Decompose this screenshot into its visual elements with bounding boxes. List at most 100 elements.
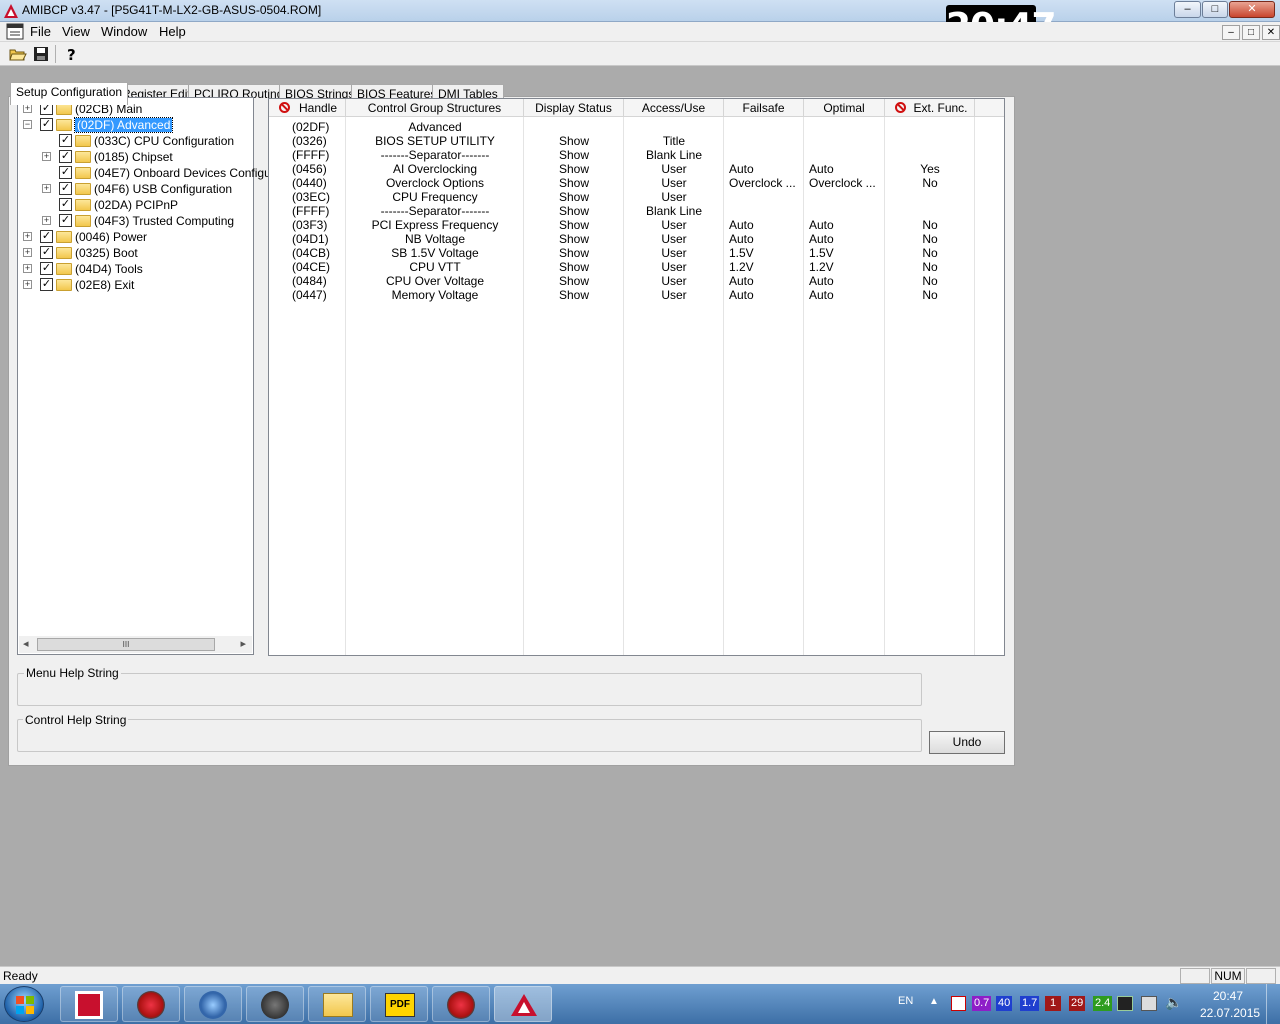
grid-cell[interactable]: 1.5V	[804, 246, 885, 260]
checkbox-checked-icon[interactable]: ✓	[59, 182, 72, 195]
grid-cell[interactable]	[804, 120, 885, 134]
grid-cell[interactable]: User	[624, 218, 724, 232]
tree-node[interactable]: ✓ (02DA) PCIPnP	[18, 197, 253, 213]
grid-column-header[interactable]: Optimal	[804, 99, 885, 117]
close-button[interactable]: ✕	[1229, 1, 1275, 18]
grid-row[interactable]: (0456) AI Overclocking Show User Auto Auto Yes	[269, 162, 1004, 176]
grid-cell[interactable]: Show	[524, 232, 624, 246]
grid-cell[interactable]: 1.5V	[724, 246, 804, 260]
grid-cell[interactable]: User	[624, 246, 724, 260]
tray-monitor-badge[interactable]: 2.4	[1093, 996, 1113, 1011]
grid-cell[interactable]	[524, 120, 624, 134]
taskbar-app-5[interactable]	[308, 986, 366, 1022]
grid-cell[interactable]: -------Separator-------	[346, 148, 524, 162]
grid-row[interactable]: (0447) Memory Voltage Show User Auto Auto No	[269, 288, 1004, 302]
grid-cell[interactable]: (04CB)	[269, 246, 346, 260]
open-button[interactable]	[8, 45, 28, 63]
grid-cell[interactable]: (0440)	[269, 176, 346, 190]
tree-node-label[interactable]: (0325) Boot	[75, 246, 138, 260]
taskbar-app-3[interactable]	[184, 986, 242, 1022]
mdi-restore-button[interactable]: □	[1242, 25, 1260, 40]
grid-cell[interactable]: Auto	[804, 162, 885, 176]
taskbar-app-6[interactable]: PDF	[370, 986, 428, 1022]
grid-cell[interactable]: No	[885, 232, 975, 246]
menu-window[interactable]: Window	[97, 24, 151, 39]
start-button[interactable]	[4, 986, 44, 1022]
grid-cell[interactable]: (0326)	[269, 134, 346, 148]
grid-cell[interactable]	[885, 120, 975, 134]
checkbox-checked-icon[interactable]: ✓	[59, 214, 72, 227]
grid-cell[interactable]: Show	[524, 246, 624, 260]
tray-clock-time[interactable]: 20:47	[1213, 989, 1243, 1003]
tray-monitor-badge[interactable]: 1	[1045, 996, 1061, 1011]
grid-cell[interactable]: User	[624, 190, 724, 204]
grid-cell[interactable]: Show	[524, 148, 624, 162]
cpu-monitor-icon[interactable]	[1117, 996, 1133, 1011]
grid-cell[interactable]: No	[885, 246, 975, 260]
grid-cell[interactable]: Yes	[885, 162, 975, 176]
grid-cell[interactable]: BIOS SETUP UTILITY	[346, 134, 524, 148]
tray-monitor-badge[interactable]: 1.7	[1020, 996, 1040, 1011]
grid-cell[interactable]: Blank Line	[624, 204, 724, 218]
grid-cell[interactable]: Overclock ...	[804, 176, 885, 190]
grid-cell[interactable]: (FFFF)	[269, 148, 346, 162]
tray-clock-date[interactable]: 22.07.2015	[1200, 1006, 1260, 1020]
tree-node[interactable]: + ✓ (04D4) Tools	[18, 261, 253, 277]
grid-cell[interactable]	[724, 148, 804, 162]
grid-cell[interactable]	[885, 190, 975, 204]
tree-node-label[interactable]: (0046) Power	[75, 230, 147, 244]
grid-cell[interactable]: Show	[524, 204, 624, 218]
grid-cell[interactable]: 1.2V	[804, 260, 885, 274]
expand-icon[interactable]: +	[42, 184, 51, 193]
tree-node-label[interactable]: (02DF) Advanced	[73, 117, 174, 133]
grid-cell[interactable]: CPU VTT	[346, 260, 524, 274]
grid-cell[interactable]: (04CE)	[269, 260, 346, 274]
expand-icon[interactable]: +	[42, 216, 51, 225]
scroll-right-arrow-icon[interactable]: ▸	[240, 637, 246, 650]
grid-row[interactable]: (03F3) PCI Express Frequency Show User Auto A…	[269, 218, 1004, 232]
grid-cell[interactable]	[885, 148, 975, 162]
tray-monitor-badge[interactable]: 29	[1069, 996, 1086, 1011]
tree-node-label[interactable]: (04F3) Trusted Computing	[94, 214, 234, 228]
grid-cell[interactable]: CPU Over Voltage	[346, 274, 524, 288]
grid-cell[interactable]	[724, 190, 804, 204]
grid-cell[interactable]: Auto	[724, 274, 804, 288]
grid-row[interactable]: (FFFF) -------Separator------- Show Blank L…	[269, 148, 1004, 162]
grid-cell[interactable]: User	[624, 162, 724, 176]
maximize-button[interactable]: □	[1202, 1, 1228, 18]
grid-cell[interactable]: CPU Frequency	[346, 190, 524, 204]
title-bar[interactable]: AMIBCP v3.47 - [P5G41T-M-LX2-GB-ASUS-050…	[0, 0, 1280, 22]
grid-cell[interactable]: No	[885, 176, 975, 190]
expand-icon[interactable]: +	[23, 248, 32, 257]
grid-cell[interactable]: PCI Express Frequency	[346, 218, 524, 232]
grid-cell[interactable]: NB Voltage	[346, 232, 524, 246]
taskbar-app-7[interactable]	[432, 986, 490, 1022]
expand-icon[interactable]: +	[42, 152, 51, 161]
tree-node[interactable]: + ✓ (0325) Boot	[18, 245, 253, 261]
taskbar-amibcp[interactable]	[494, 986, 552, 1022]
checkbox-checked-icon[interactable]: ✓	[59, 198, 72, 211]
control-grid[interactable]: Handle Control Group Structures Display St…	[268, 98, 1005, 656]
show-hidden-icons-icon[interactable]: ▲	[929, 996, 939, 1007]
tree-horizontal-scrollbar[interactable]: ◂ III ▸	[19, 636, 252, 653]
grid-cell[interactable]: User	[624, 288, 724, 302]
grid-cell[interactable]	[885, 204, 975, 218]
grid-row[interactable]: (04CB) SB 1.5V Voltage Show User 1.5V 1.5V No	[269, 246, 1004, 260]
setup-tree[interactable]: + ✓ (02CB) Main − ✓ (02DF) Advanced ✓ (033C) CP…	[17, 97, 275, 655]
grid-cell[interactable]: Advanced	[346, 120, 524, 134]
collapse-icon[interactable]: −	[23, 120, 32, 129]
tree-node[interactable]: + ✓ (02E8) Exit	[18, 277, 253, 293]
expand-icon[interactable]: +	[23, 104, 32, 113]
save-button[interactable]	[31, 45, 51, 63]
grid-row[interactable]: (04D1) NB Voltage Show User Auto Auto No	[269, 232, 1004, 246]
scroll-left-arrow-icon[interactable]: ◂	[23, 637, 29, 650]
grid-cell[interactable]: Auto	[724, 162, 804, 176]
expand-icon[interactable]: +	[23, 232, 32, 241]
checkbox-checked-icon[interactable]: ✓	[59, 166, 72, 179]
taskbar-app-4[interactable]	[246, 986, 304, 1022]
grid-cell[interactable]: No	[885, 274, 975, 288]
grid-column-header[interactable]: Ext. Func.	[885, 99, 975, 117]
grid-cell[interactable]: Auto	[804, 288, 885, 302]
tree-node[interactable]: ✓ (04E7) Onboard Devices Configur	[18, 165, 275, 181]
grid-row[interactable]: (04CE) CPU VTT Show User 1.2V 1.2V No	[269, 260, 1004, 274]
